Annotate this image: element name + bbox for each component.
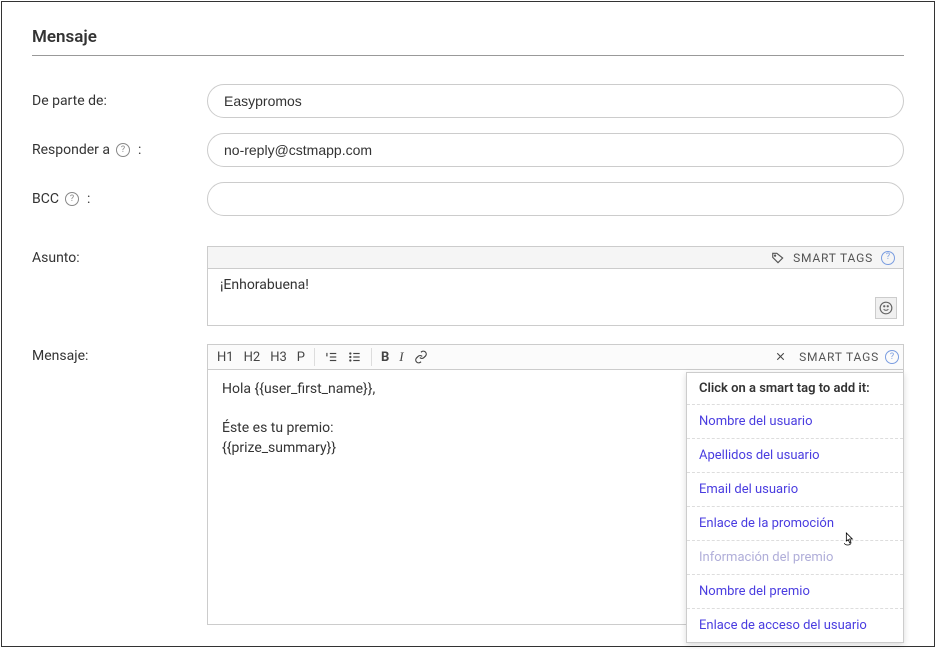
bold-button[interactable]: B — [376, 346, 394, 368]
from-label: De parte de: — [32, 93, 207, 109]
paragraph-button[interactable]: P — [292, 346, 310, 368]
dropdown-item[interactable]: Enlace de acceso del usuario — [687, 609, 903, 642]
separator — [314, 348, 315, 366]
link-button[interactable] — [409, 346, 433, 368]
help-icon[interactable]: ? — [65, 192, 79, 206]
bcc-row: BCC ? : — [32, 182, 904, 216]
smart-tags-dropdown: Click on a smart tag to add it: Nombre d… — [686, 372, 904, 643]
message-label: Mensaje: — [32, 344, 207, 364]
from-row: De parte de: — [32, 84, 904, 118]
subject-label: Asunto: — [32, 246, 207, 266]
bcc-label: BCC ? : — [32, 191, 207, 207]
bcc-input[interactable] — [207, 182, 904, 216]
reply-to-label: Responder a ? : — [32, 142, 207, 158]
dropdown-item[interactable]: Enlace de la promoción — [687, 507, 903, 541]
help-icon[interactable]: ? — [885, 350, 899, 364]
h3-button[interactable]: H3 — [265, 346, 292, 368]
message-row: Mensaje: H1 H2 H3 P B I — [32, 344, 904, 625]
smart-tags-button[interactable]: SMART TAGS — [799, 350, 879, 364]
subject-toolbar: SMART TAGS ? — [207, 246, 904, 268]
h2-button[interactable]: H2 — [239, 346, 266, 368]
subject-input[interactable]: ¡Enhorabuena! — [207, 268, 904, 326]
reply-to-row: Responder a ? : — [32, 133, 904, 167]
unordered-list-button[interactable] — [343, 346, 367, 368]
help-icon[interactable]: ? — [116, 143, 130, 157]
ordered-list-button[interactable] — [319, 346, 343, 368]
tag-icon[interactable] — [771, 251, 785, 265]
dropdown-item[interactable]: Email del usuario — [687, 473, 903, 507]
dropdown-item[interactable]: Nombre del premio — [687, 575, 903, 609]
h1-button[interactable]: H1 — [212, 346, 239, 368]
divider — [32, 55, 904, 56]
reply-to-input[interactable] — [207, 133, 904, 167]
help-icon[interactable]: ? — [881, 251, 895, 265]
smart-tags-button[interactable]: SMART TAGS — [793, 251, 873, 265]
dropdown-item[interactable]: Nombre del usuario — [687, 405, 903, 439]
editor-toolbar: H1 H2 H3 P B I — [207, 344, 904, 370]
separator — [371, 348, 372, 366]
dropdown-item[interactable]: Apellidos del usuario — [687, 439, 903, 473]
close-icon[interactable] — [768, 348, 793, 367]
dropdown-header: Click on a smart tag to add it: — [687, 373, 903, 405]
dropdown-item[interactable]: Información del premio — [687, 541, 903, 575]
subject-row: Asunto: SMART TAGS ? ¡Enhorabuena! — [32, 246, 904, 326]
section-title: Mensaje — [32, 27, 904, 47]
from-input[interactable] — [207, 84, 904, 118]
emoji-button[interactable] — [875, 297, 897, 319]
italic-button[interactable]: I — [394, 346, 408, 368]
